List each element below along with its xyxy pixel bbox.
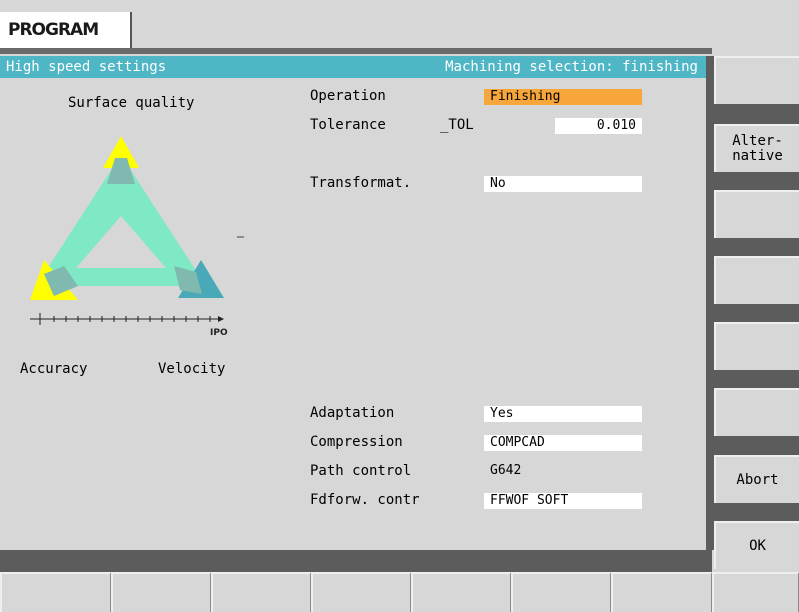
path-control-value: G642 <box>490 463 522 478</box>
adaptation-label: Adaptation <box>310 405 395 421</box>
abort-softkey[interactable]: Abort <box>714 455 799 503</box>
softkey-5[interactable] <box>714 322 799 370</box>
window-title: High speed settings <box>6 59 167 75</box>
fdforw-field[interactable]: FFWOF SOFT <box>484 493 642 509</box>
accuracy-label: Accuracy <box>20 361 88 377</box>
main-panel: Surface quality IPO Accuracy Velocity Op… <box>0 78 706 550</box>
horizontal-softkey-3[interactable] <box>211 572 311 612</box>
fdforw-label: Fdforw. contr <box>310 492 420 508</box>
path-control-label: Path control <box>310 463 412 479</box>
horizontal-softkey-6[interactable] <box>511 572 611 612</box>
alternative-softkey[interactable]: Alter- native <box>714 124 799 172</box>
ok-softkey[interactable]: OK <box>714 521 799 569</box>
ipo-axis-label: IPO <box>210 328 228 338</box>
transformat-field[interactable]: No <box>484 176 642 192</box>
compression-label: Compression <box>310 434 403 450</box>
machining-selection-label: Machining selection: finishing <box>445 59 698 75</box>
surface-quality-label: Surface quality <box>68 95 195 111</box>
title-bar: High speed settings Machining selection:… <box>0 56 706 78</box>
softkey-1[interactable] <box>714 56 799 104</box>
horizontal-softkey-8[interactable] <box>712 572 799 612</box>
horizontal-softkey-5[interactable] <box>411 572 511 612</box>
header-divider <box>0 48 712 54</box>
velocity-label: Velocity <box>158 361 226 377</box>
tolerance-field[interactable]: 0.010 <box>555 118 642 134</box>
ipo-axis-arrow-icon <box>218 316 224 322</box>
tolerance-variable: _TOL <box>440 117 474 133</box>
softkey-3[interactable] <box>714 190 799 238</box>
adaptation-field[interactable]: Yes <box>484 406 642 422</box>
horizontal-softkey-1[interactable] <box>0 572 111 612</box>
hsc-triangle-diagram: IPO <box>30 136 244 338</box>
program-tab[interactable]: PROGRAM <box>0 12 132 48</box>
horizontal-softkey-7[interactable] <box>611 572 712 612</box>
operation-field[interactable]: Finishing <box>484 89 642 105</box>
compression-field[interactable]: COMPCAD <box>484 435 642 451</box>
horizontal-softkey-4[interactable] <box>311 572 411 612</box>
softkey-6[interactable] <box>714 388 799 436</box>
horizontal-softkey-2[interactable] <box>111 572 211 612</box>
operation-label: Operation <box>310 88 386 104</box>
softkey-4[interactable] <box>714 256 799 304</box>
tolerance-label: Tolerance <box>310 117 386 133</box>
transformat-label: Transformat. <box>310 175 412 191</box>
bottom-divider <box>0 550 712 572</box>
